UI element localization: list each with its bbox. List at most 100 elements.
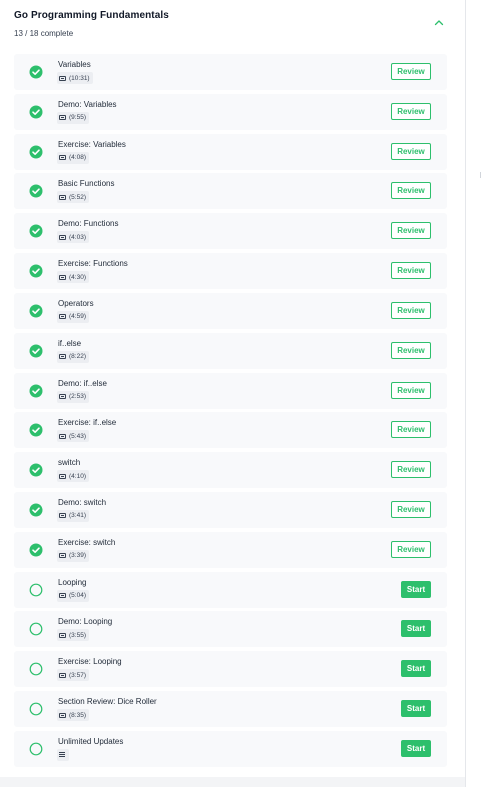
lesson-title: Operators	[58, 298, 94, 308]
video-icon	[59, 672, 66, 678]
lesson-row[interactable]: Demo: Variables (9:55) Review	[14, 93, 447, 130]
video-icon	[59, 314, 66, 320]
lesson-meta: (5:43)	[57, 430, 89, 443]
lesson-title: Exercise: switch	[58, 537, 116, 547]
empty-circle-icon	[29, 702, 43, 716]
lesson-meta: (4:30)	[57, 271, 89, 284]
lesson-duration: (10:31)	[69, 74, 90, 82]
lesson-row[interactable]: Exercise: Variables (4:08) Review	[14, 133, 447, 170]
video-icon	[59, 75, 66, 81]
lesson-title: Demo: if..else	[58, 378, 107, 388]
start-button[interactable]: Start	[401, 700, 431, 717]
check-circle-icon	[29, 503, 43, 517]
lesson-row[interactable]: Variables (10:31) Review	[14, 54, 447, 90]
video-icon	[59, 553, 66, 559]
lesson-duration: (5:43)	[69, 432, 86, 440]
video-icon	[59, 394, 66, 399]
lesson-title: Demo: Variables	[58, 99, 117, 109]
lesson-title: Exercise: Variables	[58, 139, 126, 149]
lesson-title: Section Review: Dice Roller	[58, 697, 157, 706]
lesson-row[interactable]: Demo: Functions (4:03) Review	[14, 213, 447, 250]
section-header[interactable]: Go Programming Fundamentals 13 / 18 comp…	[14, 10, 454, 40]
lesson-duration: (9:55)	[69, 114, 86, 122]
lesson-meta: (10:31)	[57, 72, 93, 84]
review-button[interactable]: Review	[391, 500, 431, 518]
video-icon	[59, 155, 66, 161]
check-circle-icon	[29, 184, 43, 198]
review-button[interactable]: Review	[391, 341, 431, 359]
section-progress: 13 / 18 complete	[14, 29, 74, 38]
lesson-title: Variables	[58, 60, 91, 69]
lesson-row[interactable]: Looping (5:04) Start	[14, 571, 447, 608]
review-button[interactable]: Review	[391, 222, 431, 240]
check-circle-icon	[29, 344, 43, 358]
lesson-duration: (8:22)	[69, 353, 86, 361]
course-section-panel: Go Programming Fundamentals 13 / 18 comp…	[0, 0, 465, 777]
lesson-row[interactable]: Demo: if..else (2:53) Review	[14, 372, 447, 409]
lesson-duration: (3:57)	[69, 671, 86, 679]
lesson-title: Exercise: if..else	[58, 418, 117, 428]
lesson-row[interactable]: Exercise: if..else (5:43) Review	[14, 412, 447, 449]
lesson-meta: (2:53)	[57, 390, 89, 403]
review-button[interactable]: Review	[391, 381, 431, 399]
lesson-meta: (5:52)	[57, 191, 89, 204]
lesson-duration: (2:53)	[69, 393, 86, 400]
lesson-duration: (8:35)	[69, 711, 86, 719]
scroll-area-edge	[465, 0, 481, 787]
lesson-row[interactable]: Basic Functions (5:52) Review	[14, 173, 447, 210]
review-button[interactable]: Review	[391, 182, 431, 200]
lesson-row[interactable]: switch (4:10) Review	[14, 452, 447, 489]
video-icon	[59, 593, 66, 599]
lesson-meta: (4:10)	[57, 470, 89, 483]
lesson-title: if..else	[58, 338, 82, 348]
lesson-meta: (9:55)	[57, 111, 89, 124]
lesson-title: Unlimited Updates	[58, 736, 124, 746]
review-button[interactable]: Review	[391, 102, 431, 120]
start-button[interactable]: Start	[401, 620, 431, 638]
video-icon	[59, 712, 66, 718]
lesson-duration: (4:10)	[69, 472, 86, 480]
lesson-row[interactable]: Demo: switch (3:41) Review	[14, 491, 447, 528]
video-icon	[59, 354, 66, 360]
lesson-meta: (3:57)	[57, 669, 89, 682]
lesson-duration: (5:52)	[69, 193, 86, 201]
review-button[interactable]: Review	[391, 262, 431, 280]
start-button[interactable]: Start	[401, 580, 431, 598]
lesson-list: Variables (10:31) Review Demo: Variables…	[14, 54, 447, 771]
lesson-meta: (8:22)	[57, 350, 89, 363]
review-button[interactable]: Review	[391, 142, 431, 160]
lesson-duration: (3:39)	[69, 552, 86, 560]
review-button[interactable]: Review	[391, 421, 431, 439]
lesson-title: Demo: switch	[58, 497, 107, 507]
lesson-row[interactable]: Demo: Looping (3:55) Start	[14, 611, 447, 648]
chevron-up-icon[interactable]	[432, 16, 446, 30]
check-circle-icon	[29, 105, 43, 119]
lesson-title: switch	[58, 458, 81, 468]
lesson-row[interactable]: Unlimited Updates Start	[14, 730, 447, 767]
lesson-row[interactable]: Exercise: Looping (3:57) Start	[14, 651, 447, 688]
check-circle-icon	[29, 384, 43, 398]
lesson-duration: (4:30)	[69, 273, 86, 281]
lesson-row[interactable]: Exercise: Functions (4:30) Review	[14, 253, 447, 290]
review-button[interactable]: Review	[391, 301, 431, 319]
video-icon	[59, 433, 66, 439]
video-icon	[59, 632, 66, 638]
lesson-duration: (3:41)	[69, 512, 86, 520]
lesson-meta: (5:04)	[57, 589, 89, 602]
start-button[interactable]: Start	[401, 739, 431, 757]
check-circle-icon	[29, 145, 43, 159]
video-icon	[59, 194, 66, 200]
review-button[interactable]: Review	[391, 63, 431, 80]
lesson-title: Exercise: Functions	[58, 259, 128, 269]
lesson-meta: (8:35)	[57, 709, 89, 721]
empty-circle-icon	[29, 742, 43, 756]
check-circle-icon	[29, 224, 43, 238]
review-button[interactable]: Review	[391, 540, 431, 558]
lesson-row[interactable]: Operators (4:59) Review	[14, 292, 447, 329]
video-icon	[59, 513, 66, 519]
lesson-row[interactable]: Section Review: Dice Roller (8:35) Start	[14, 691, 447, 727]
lesson-row[interactable]: Exercise: switch (3:39) Review	[14, 531, 447, 568]
start-button[interactable]: Start	[401, 660, 431, 678]
lesson-row[interactable]: if..else (8:22) Review	[14, 332, 447, 369]
review-button[interactable]: Review	[391, 461, 431, 479]
